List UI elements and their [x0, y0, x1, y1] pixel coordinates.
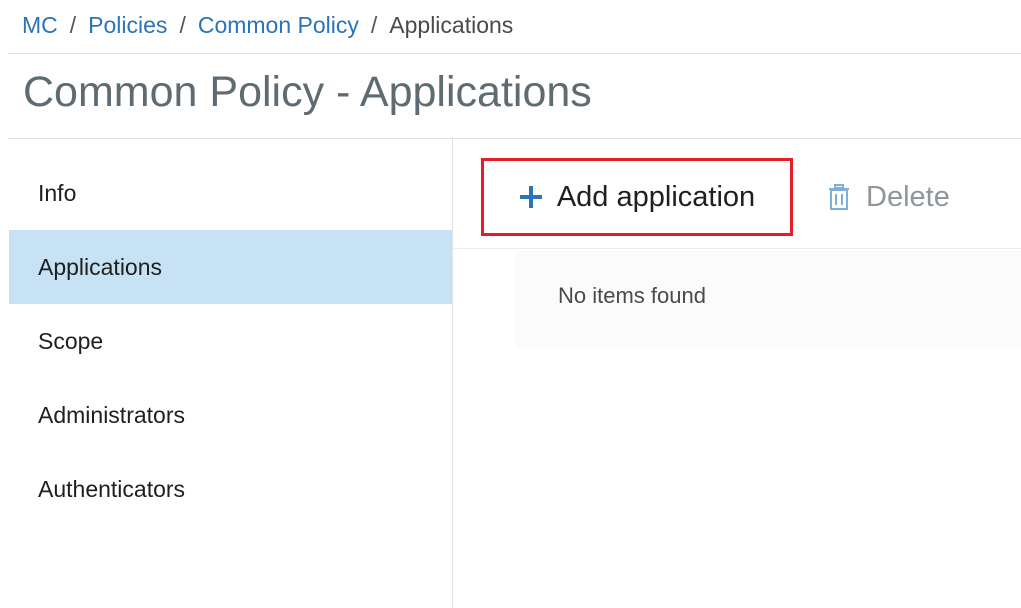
add-application-button[interactable]: Add application: [481, 158, 793, 236]
sidebar-item-label: Administrators: [38, 401, 185, 428]
empty-state-panel: No items found: [515, 251, 1021, 347]
breadcrumb: MC / Policies / Common Policy / Applicat…: [22, 10, 513, 40]
sidebar-item-scope[interactable]: Scope: [9, 304, 452, 378]
sidebar: Info Applications Scope Administrators A…: [9, 156, 452, 526]
toolbar: Add application Delete: [453, 139, 1021, 249]
sidebar-item-label: Authenticators: [38, 475, 186, 502]
breadcrumb-separator: /: [370, 12, 378, 38]
breadcrumb-separator: /: [179, 12, 186, 38]
sidebar-item-label: Applications: [38, 253, 163, 280]
breadcrumb-current: Applications: [389, 12, 514, 38]
breadcrumb-link-mc[interactable]: MC: [22, 10, 58, 40]
header-divider: [8, 53, 1021, 54]
sidebar-item-label: Info: [38, 179, 77, 206]
sidebar-item-info[interactable]: Info: [9, 156, 452, 230]
sidebar-item-administrators[interactable]: Administrators: [9, 378, 452, 452]
breadcrumb-link-common-policy[interactable]: Common Policy: [198, 10, 359, 40]
empty-state-text: No items found: [558, 283, 706, 308]
breadcrumb-link-policies[interactable]: Policies: [88, 10, 167, 40]
breadcrumb-separator: /: [69, 12, 77, 38]
sidebar-item-authenticators[interactable]: Authenticators: [9, 452, 452, 526]
page-title: Common Policy - Applications: [23, 68, 592, 116]
sidebar-item-label: Scope: [38, 327, 104, 354]
sidebar-item-applications[interactable]: Applications: [9, 230, 452, 304]
delete-button[interactable]: Delete: [828, 158, 950, 236]
trash-icon: [829, 184, 849, 210]
plus-icon: [519, 186, 542, 208]
add-application-label: Add application: [556, 180, 756, 213]
delete-label: Delete: [866, 180, 950, 213]
